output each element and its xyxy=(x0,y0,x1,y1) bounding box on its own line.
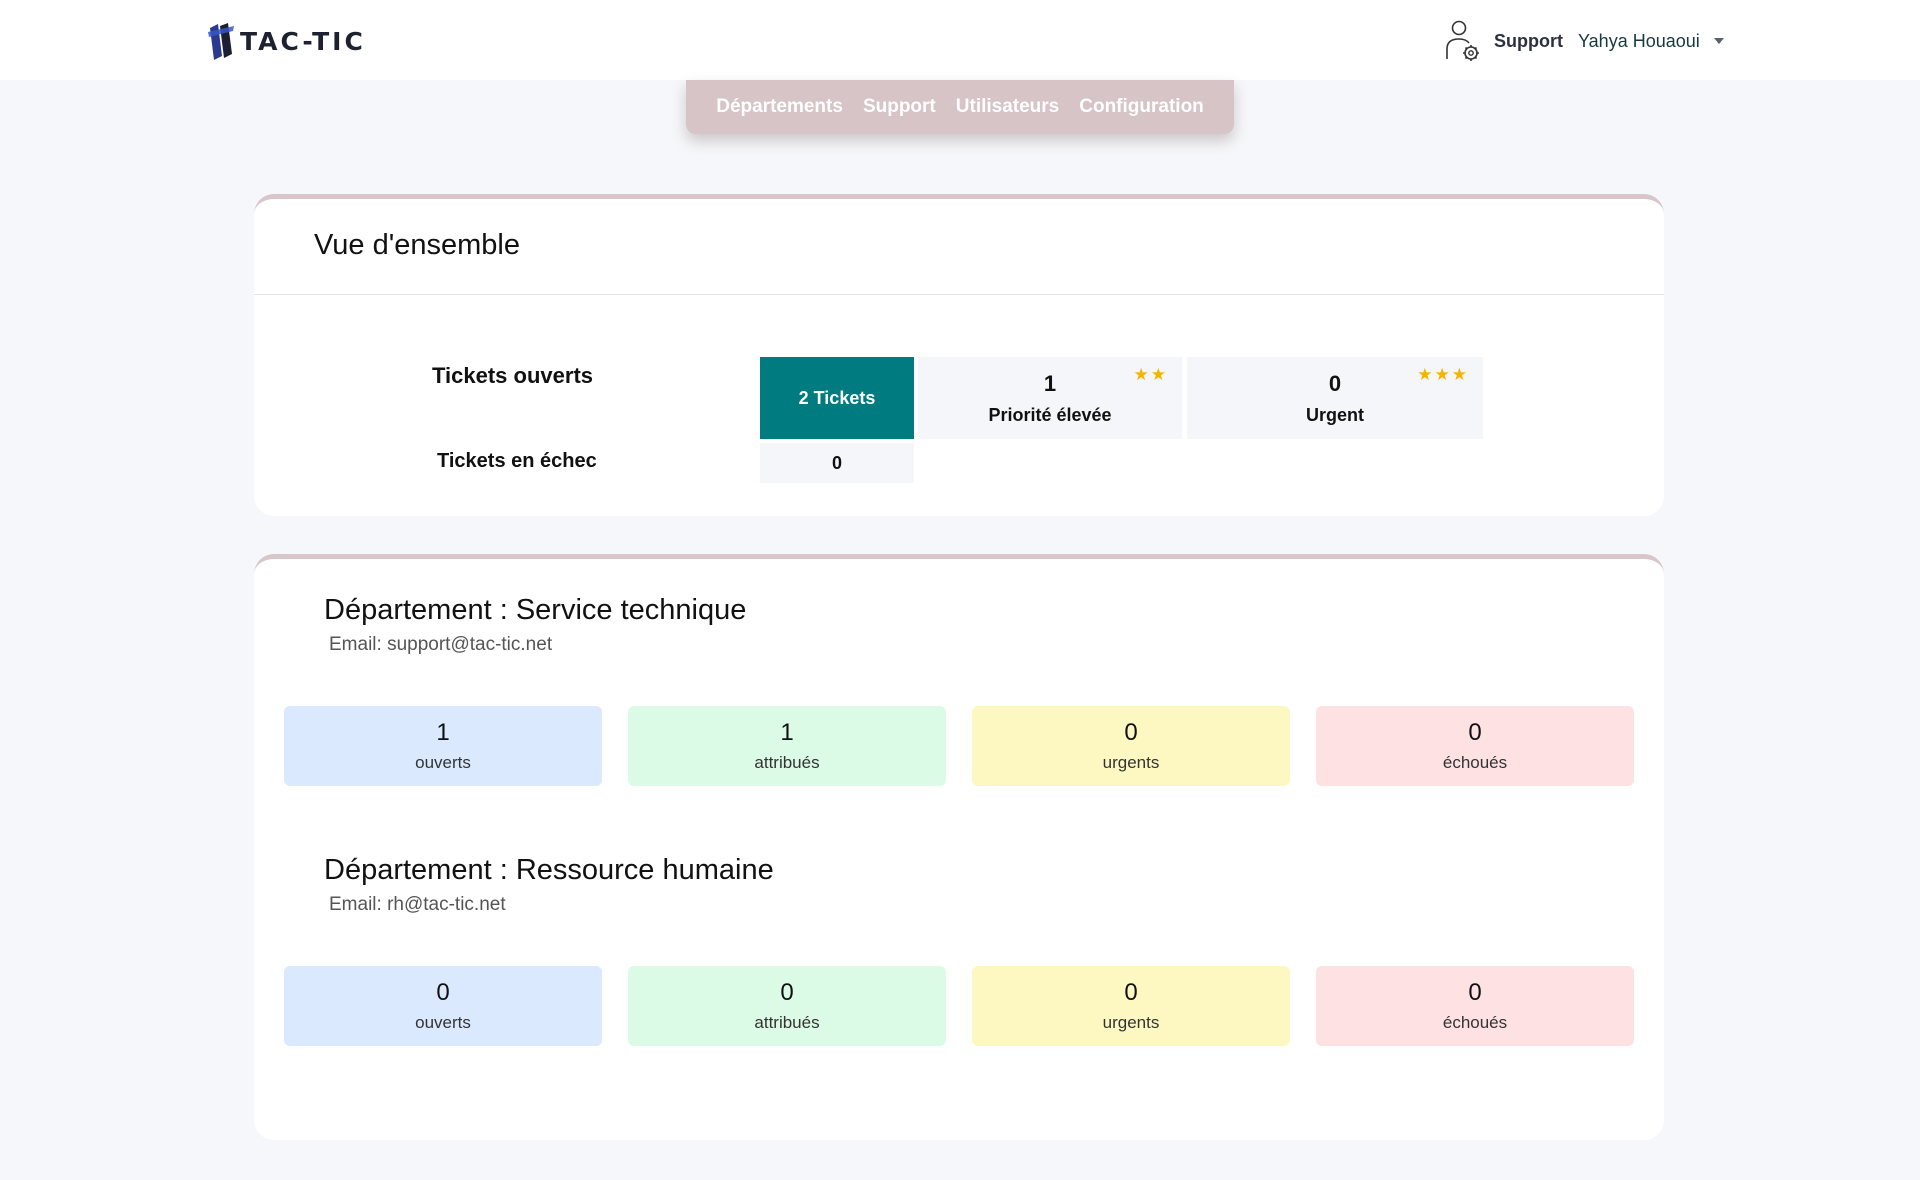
failed-tickets-tile[interactable]: 0 xyxy=(760,443,914,483)
stat-label: échoués xyxy=(1442,753,1508,772)
overview-card: Vue d'ensemble Tickets ouverts 2 Tickets… xyxy=(254,194,1664,516)
stat-open[interactable]: 1 ouverts xyxy=(284,706,602,786)
stat-value: 0 xyxy=(1124,979,1138,1006)
stat-failed[interactable]: 0 échoués xyxy=(1316,966,1634,1046)
stat-label: échoués xyxy=(1442,1013,1508,1032)
departments-card: Département : Service technique Email: s… xyxy=(254,554,1664,1140)
urgent-tile[interactable]: ★★★ 0 Urgent xyxy=(1187,357,1483,439)
high-priority-tile[interactable]: ★★ 1 Priorité élevée xyxy=(918,357,1182,439)
stat-value: 0 xyxy=(1468,719,1482,746)
nav-utilisateurs[interactable]: Utilisateurs xyxy=(956,96,1059,118)
brand-logo[interactable]: TAC-TIC xyxy=(206,20,366,62)
star-icon: ★★ xyxy=(1133,365,1168,384)
top-bar: TAC-TIC Support Yahya Houaoui xyxy=(0,0,1920,80)
stat-label: attribués xyxy=(754,1013,820,1032)
stat-value: 0 xyxy=(780,979,794,1006)
user-role: Support xyxy=(1494,30,1563,51)
stat-label: ouverts xyxy=(415,753,471,772)
failed-tickets-label: Tickets en échec xyxy=(437,450,597,472)
high-priority-count: 1 xyxy=(1043,370,1057,396)
stat-value: 1 xyxy=(780,719,794,746)
stat-assigned[interactable]: 0 attribués xyxy=(628,966,946,1046)
brand-name: TAC-TIC xyxy=(240,26,366,56)
stat-value: 0 xyxy=(1468,979,1482,1006)
stat-urgent[interactable]: 0 urgents xyxy=(972,706,1290,786)
stat-failed[interactable]: 0 échoués xyxy=(1316,706,1634,786)
urgent-label: Urgent xyxy=(1306,404,1364,425)
high-priority-label: Priorité élevée xyxy=(988,404,1112,425)
stat-value: 0 xyxy=(436,979,450,1006)
stat-label: ouverts xyxy=(415,1013,471,1032)
department-title: Département : Service technique xyxy=(324,594,747,626)
chevron-down-icon[interactable] xyxy=(1713,38,1724,44)
stat-value: 0 xyxy=(1124,719,1138,746)
user-gear-icon xyxy=(1446,20,1479,61)
tactic-logo-icon xyxy=(208,23,234,60)
user-name[interactable]: Yahya Houaoui xyxy=(1578,31,1700,52)
overview-divider xyxy=(254,294,1664,295)
stat-assigned[interactable]: 1 attribués xyxy=(628,706,946,786)
open-tickets-total[interactable]: 2 Tickets xyxy=(760,357,914,439)
stat-label: urgents xyxy=(1102,753,1160,772)
open-tickets-total-value: 2 Tickets xyxy=(798,387,876,408)
stat-value: 1 xyxy=(436,719,450,746)
failed-tickets-count: 0 xyxy=(831,452,842,473)
stat-urgent[interactable]: 0 urgents xyxy=(972,966,1290,1046)
overview-title: Vue d'ensemble xyxy=(314,229,520,261)
stat-open[interactable]: 0 ouverts xyxy=(284,966,602,1046)
stat-label: urgents xyxy=(1102,1013,1160,1032)
stat-label: attribués xyxy=(754,753,820,772)
department-email: Email: support@tac-tic.net xyxy=(329,634,553,655)
nav-departements[interactable]: Départements xyxy=(716,96,843,118)
urgent-count: 0 xyxy=(1328,370,1342,396)
nav-support[interactable]: Support xyxy=(863,96,936,118)
main-nav: Départements Support Utilisateurs Config… xyxy=(686,80,1234,134)
department-email: Email: rh@tac-tic.net xyxy=(329,894,506,915)
open-tickets-label: Tickets ouverts xyxy=(432,363,594,388)
user-menu[interactable]: Support Yahya Houaoui xyxy=(1444,18,1724,64)
star-icon: ★★★ xyxy=(1417,365,1469,384)
department-title: Département : Ressource humaine xyxy=(324,854,774,886)
nav-configuration[interactable]: Configuration xyxy=(1079,96,1204,118)
